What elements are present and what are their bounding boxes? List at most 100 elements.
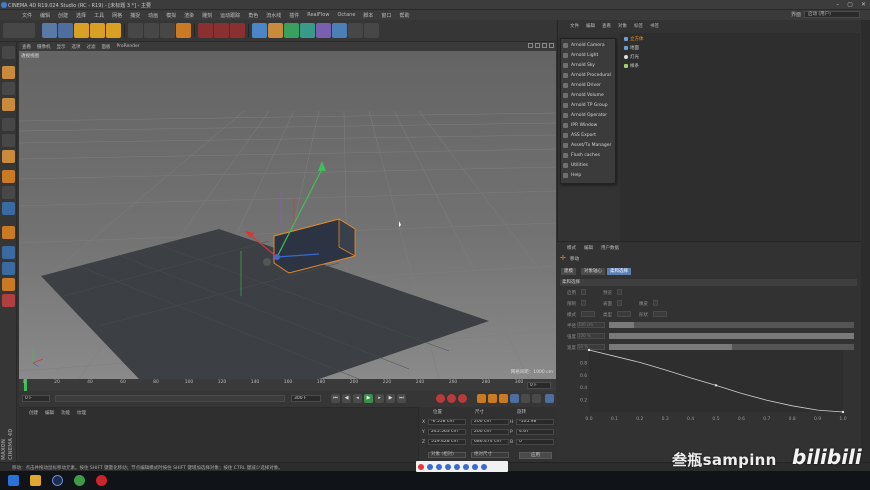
menu-item[interactable]: 创建 — [58, 12, 68, 19]
om-menu-item[interactable]: 编辑 — [586, 23, 595, 29]
object-row-cube[interactable]: 立方体 — [624, 36, 644, 42]
menu-item[interactable]: 插件 — [289, 12, 299, 19]
viewport-menu-item[interactable]: 查看 — [22, 44, 31, 50]
z-axis-button[interactable] — [160, 23, 175, 38]
soft-selection-value-field[interactable]: 100 cm — [577, 322, 605, 328]
property-checkbox[interactable] — [653, 300, 658, 306]
rotation-b-field[interactable]: 0 ° — [516, 439, 554, 445]
viewport-menu-item[interactable]: 显示 — [57, 44, 66, 50]
attr-menu-item[interactable]: 用户数据 — [601, 245, 619, 251]
property-checkbox[interactable] — [581, 289, 586, 295]
menu-item[interactable]: 模拟 — [166, 12, 176, 19]
maximize-icon[interactable]: ▢ — [847, 1, 853, 8]
start-icon[interactable] — [8, 475, 19, 486]
layout-dropdown[interactable]: 启动 (用户) — [804, 11, 860, 18]
ass-export-item[interactable]: ASS Export — [561, 130, 615, 140]
menu-item[interactable]: 雕刻 — [202, 12, 212, 19]
property-dropdown[interactable] — [617, 311, 631, 317]
render-view-button[interactable] — [198, 23, 213, 38]
material-menu-item[interactable]: 创建 — [29, 410, 38, 416]
realflow-button[interactable] — [2, 262, 15, 275]
pen-spline-button[interactable] — [268, 23, 283, 38]
property-checkbox[interactable] — [617, 300, 622, 306]
solo-button[interactable] — [2, 278, 15, 291]
next-frame-button[interactable]: ▸ — [375, 394, 384, 403]
snap-button[interactable] — [2, 202, 15, 215]
scale-tool-button[interactable] — [74, 23, 89, 38]
rotation-h-field[interactable]: -105.98 ° — [516, 419, 554, 425]
flush-caches-item[interactable]: Flush caches — [561, 150, 615, 160]
make-editable-button[interactable] — [2, 46, 15, 59]
property-slider[interactable] — [609, 322, 854, 328]
perspective-viewport[interactable]: 透视视图 网格间距：1000 cm — [19, 51, 556, 379]
menu-item[interactable]: Octane — [337, 12, 355, 18]
object-row-floor[interactable]: 地面 — [624, 45, 639, 51]
menu-item[interactable]: 网格 — [112, 12, 122, 19]
move-tool-button[interactable] — [58, 23, 73, 38]
menu-item[interactable]: 动画 — [148, 12, 158, 19]
viewport-menu-item[interactable]: 摄像机 — [37, 44, 51, 50]
record-active-button[interactable] — [436, 394, 445, 403]
viewport-menu-item[interactable]: 选项 — [72, 44, 81, 50]
menu-item[interactable]: 流水线 — [266, 12, 281, 19]
record-position-button[interactable] — [477, 394, 486, 403]
curve-knot[interactable] — [841, 410, 845, 414]
c4d-taskbar-icon[interactable] — [52, 475, 63, 486]
next-key-button[interactable]: ▶ — [386, 394, 395, 403]
array-button[interactable] — [300, 23, 315, 38]
menu-item[interactable]: 选择 — [76, 12, 86, 19]
size-z-field[interactable]: 686.474 cm — [471, 439, 509, 445]
tab-modeling[interactable]: 建模 — [561, 268, 576, 275]
help-item[interactable]: Help — [561, 170, 615, 180]
viewport-menu-item[interactable]: 过滤 — [87, 44, 96, 50]
om-menu-item[interactable]: 标签 — [634, 23, 643, 29]
coordinate-system-button[interactable] — [176, 23, 191, 38]
go-to-end-button[interactable]: ⏭ — [397, 394, 406, 403]
last-tool-button[interactable] — [106, 23, 121, 38]
material-ball-button[interactable] — [2, 294, 15, 307]
render-picture-viewer-button[interactable] — [214, 23, 229, 38]
octane-button[interactable] — [2, 246, 15, 259]
frame-range-slider[interactable] — [55, 395, 285, 402]
arnold-operator-item[interactable]: Arnold Operator — [561, 110, 615, 120]
start-frame-field[interactable]: 0 F — [22, 395, 50, 402]
menu-item[interactable]: 文件 — [22, 12, 32, 19]
menu-item[interactable]: 运动跟踪 — [220, 12, 240, 19]
curve-knot[interactable] — [587, 348, 591, 352]
zoom-icon[interactable] — [535, 43, 540, 48]
floor-button[interactable] — [332, 23, 347, 38]
menu-item[interactable]: 帮助 — [399, 12, 409, 19]
attr-menu-item[interactable]: 模式 — [567, 245, 576, 251]
om-menu-item[interactable]: 对象 — [618, 23, 627, 29]
edges-mode-button[interactable] — [2, 134, 15, 147]
position-y-field[interactable]: 245.563 cm — [428, 429, 466, 435]
timeline-window-button[interactable] — [545, 394, 554, 403]
viewport-menu-item[interactable]: ProRender — [117, 44, 140, 49]
menu-item[interactable]: 窗口 — [381, 12, 391, 19]
texture-mode-button[interactable] — [2, 82, 15, 95]
pan-icon[interactable] — [528, 43, 533, 48]
position-z-field[interactable]: 519.428 cm — [428, 439, 466, 445]
render-settings-button[interactable] — [230, 23, 245, 38]
size-mode-dropdown[interactable]: 绝对尺寸 — [471, 452, 509, 458]
ipr-window-item[interactable]: IPR Window — [561, 120, 615, 130]
interpolation-button[interactable] — [532, 394, 541, 403]
lock-workplane-button[interactable] — [2, 226, 15, 239]
property-slider[interactable] — [609, 333, 854, 339]
undo-button[interactable] — [3, 23, 35, 38]
light-button[interactable] — [364, 23, 379, 38]
toggle-view-icon[interactable] — [549, 43, 554, 48]
arnold-driver-item[interactable]: Arnold Driver — [561, 80, 615, 90]
menu-item[interactable]: 编辑 — [40, 12, 50, 19]
size-y-field[interactable]: 200 cm — [471, 429, 509, 435]
rotate-tool-button[interactable] — [90, 23, 105, 38]
menu-item[interactable]: 渲染 — [184, 12, 194, 19]
position-x-field[interactable]: -6.558 cm — [428, 419, 466, 425]
attr-menu-item[interactable]: 编辑 — [584, 245, 593, 251]
record-parameter-button[interactable] — [510, 394, 519, 403]
keyframe-selection-button[interactable] — [458, 394, 467, 403]
arnold-sky-item[interactable]: Arnold Sky — [561, 60, 615, 70]
menu-item[interactable]: 脚本 — [363, 12, 373, 19]
property-dropdown[interactable] — [581, 311, 595, 317]
falloff-curve-graph[interactable]: 0.0 0.1 0.2 0.3 0.4 0.5 0.6 0.7 0.8 0.9 1.0 0.8 0.6 0… — [579, 346, 849, 422]
